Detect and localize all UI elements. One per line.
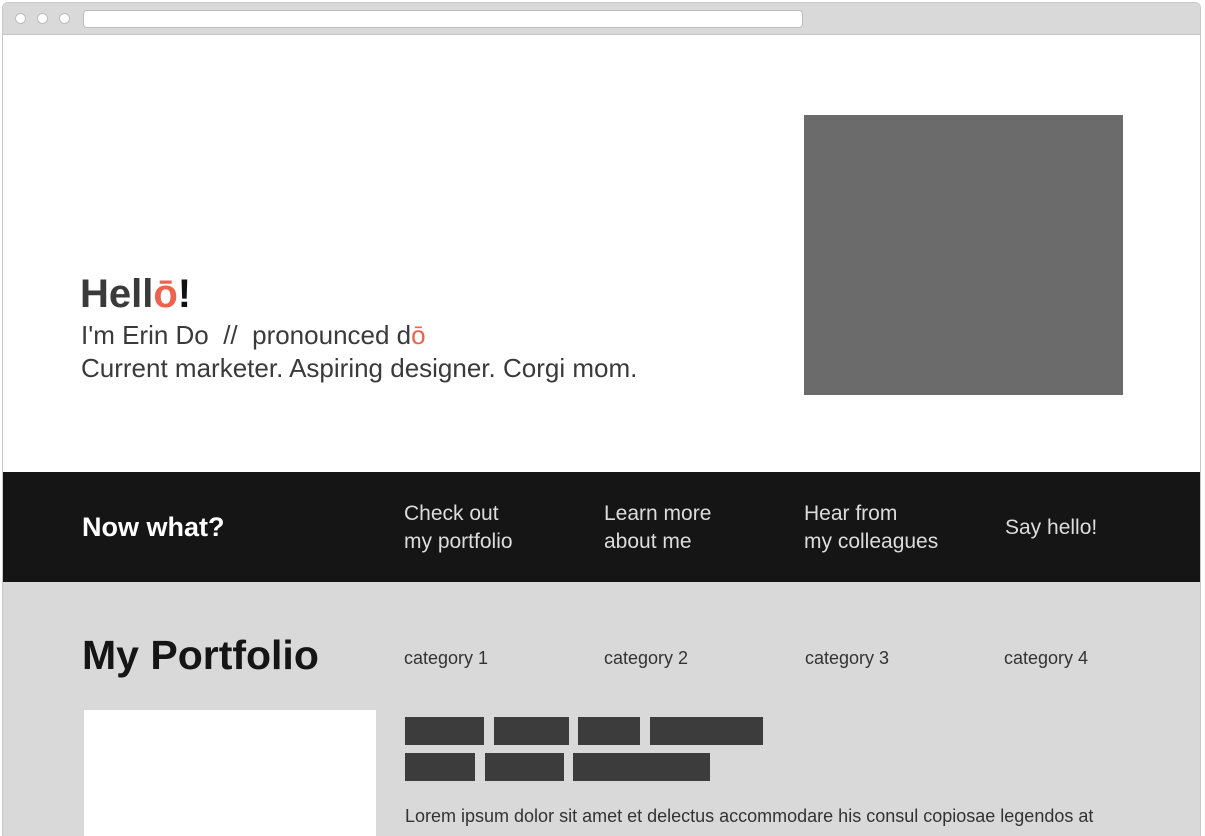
tag-placeholder — [485, 753, 564, 781]
category-tab-3[interactable]: category 3 — [805, 648, 889, 669]
hero-intro: I'm Erin Do // pronounced dō — [81, 320, 426, 350]
category-tab-2[interactable]: category 2 — [604, 648, 688, 669]
category-tab-1[interactable]: category 1 — [404, 648, 488, 669]
nav-link-about[interactable]: Learn more about me — [604, 500, 711, 556]
hero-title: Hellō! — [80, 271, 191, 317]
browser-window: Hellō! I'm Erin Do // pronounced dō Curr… — [2, 2, 1201, 836]
nav-heading: Now what? — [82, 512, 225, 542]
portfolio-item-thumbnail[interactable] — [84, 710, 376, 836]
tag-placeholder — [494, 717, 569, 745]
hero-tagline: Current marketer. Aspiring designer. Cor… — [81, 353, 638, 383]
nav-link-portfolio-line2: my portfolio — [404, 530, 513, 553]
portfolio-section: My Portfolio category 1 category 2 categ… — [3, 582, 1200, 836]
now-what-nav: Now what? Check out my portfolio Learn m… — [3, 472, 1200, 582]
hero-intro-accent: ō — [411, 320, 426, 350]
nav-link-colleagues[interactable]: Hear from my colleagues — [804, 500, 938, 556]
address-bar[interactable] — [83, 10, 803, 28]
hero-title-exclamation: ! — [177, 272, 192, 316]
hero-title-accent: ō — [153, 272, 178, 316]
portfolio-item-description: Lorem ipsum dolor sit amet et delectus a… — [405, 806, 1094, 826]
nav-link-say-hello[interactable]: Say hello! — [1005, 514, 1097, 542]
tag-placeholder — [650, 717, 763, 745]
tag-placeholder — [405, 753, 475, 781]
tag-placeholder — [405, 717, 484, 745]
minimize-window-icon[interactable] — [37, 13, 48, 24]
nav-link-portfolio-line1: Check out — [404, 502, 499, 525]
hero-intro-text: I'm Erin Do // pronounced d — [81, 320, 412, 350]
hero-title-text: Hell — [80, 272, 154, 316]
hero-photo-placeholder — [804, 115, 1123, 395]
nav-link-portfolio[interactable]: Check out my portfolio — [404, 500, 513, 556]
maximize-window-icon[interactable] — [59, 13, 70, 24]
nav-link-colleagues-line1: Hear from — [804, 502, 898, 525]
nav-link-say-hello-label: Say hello! — [1005, 516, 1098, 539]
portfolio-title: My Portfolio — [82, 632, 319, 678]
tag-placeholder — [573, 753, 710, 781]
nav-link-about-line2: about me — [604, 530, 692, 553]
nav-link-colleagues-line2: my colleagues — [804, 530, 939, 553]
nav-link-about-line1: Learn more — [604, 502, 712, 525]
browser-toolbar — [3, 3, 1200, 35]
close-window-icon[interactable] — [15, 13, 26, 24]
category-tab-4[interactable]: category 4 — [1004, 648, 1088, 669]
tag-placeholder — [578, 717, 640, 745]
